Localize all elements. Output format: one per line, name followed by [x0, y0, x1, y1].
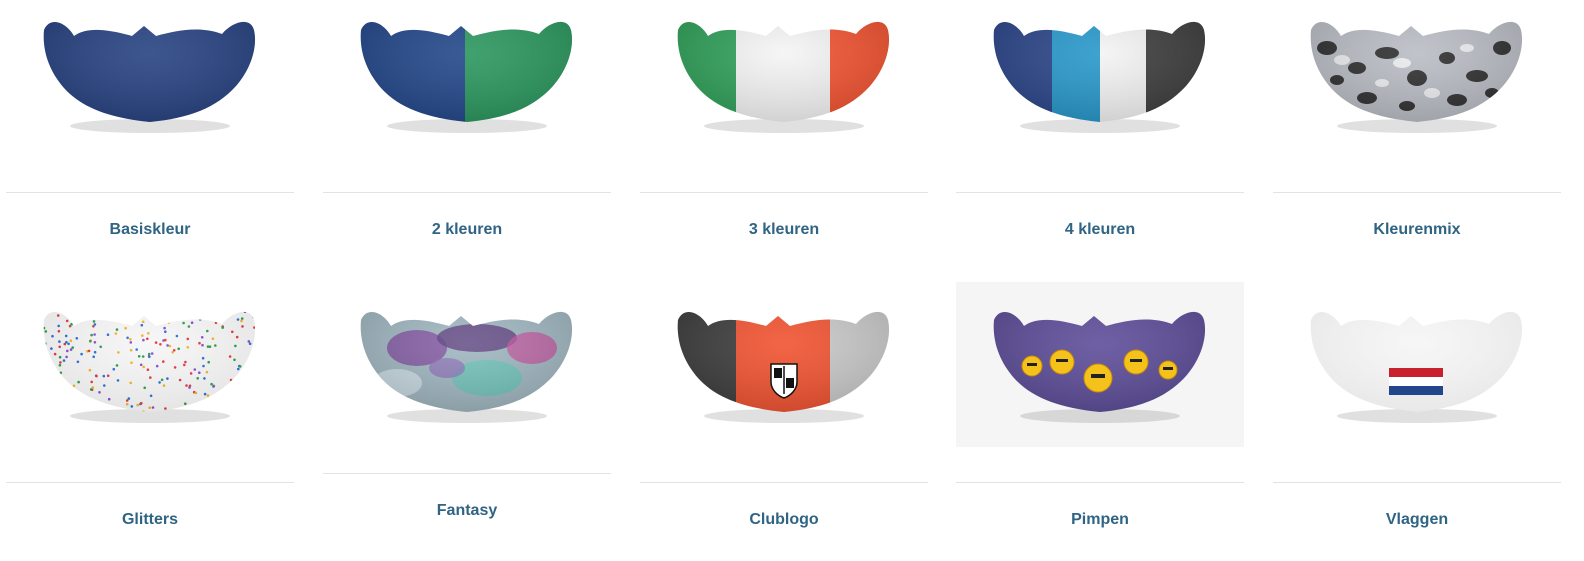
dutch-flag-icon: [1389, 368, 1443, 395]
product-label: Clublogo: [749, 511, 819, 528]
mouthguard-two-color-icon: [360, 21, 573, 133]
club-shield-icon: [770, 363, 798, 399]
product-image: [6, 0, 294, 165]
divider: [6, 192, 294, 193]
product-label: Glitters: [121, 511, 178, 528]
divider: [956, 192, 1244, 193]
divider: [323, 473, 611, 474]
product-label: Vlaggen: [1385, 511, 1449, 528]
product-label: Basiskleur: [109, 221, 191, 238]
divider: [323, 192, 611, 193]
product-image: [640, 290, 928, 455]
divider: [640, 192, 928, 193]
product-image: [956, 0, 1244, 165]
mouthguard-solid-blue-icon: [43, 21, 256, 133]
product-label: Kleurenmix: [1373, 221, 1461, 238]
mouthguard-pimpen-suns-icon: [993, 311, 1206, 423]
product-image: [323, 290, 611, 455]
divider: [956, 482, 1244, 483]
product-label: Fantasy: [436, 502, 498, 519]
divider: [1273, 482, 1561, 483]
divider: [1273, 192, 1561, 193]
product-image: [323, 0, 611, 165]
mouthguard-four-color-icon: [993, 21, 1206, 133]
divider: [640, 482, 928, 483]
product-image: [1273, 290, 1561, 455]
mouthguard-dutch-flag-icon: [1310, 311, 1523, 423]
mouthguard-colormix-icon: [1310, 21, 1523, 133]
mouthguard-glitter-icon: [43, 311, 256, 423]
product-image: [1273, 0, 1561, 165]
mouthguard-clublogo-icon: [677, 311, 890, 423]
divider: [6, 482, 294, 483]
mouthguard-fantasy-icon: [360, 311, 573, 423]
mouthguard-three-color-icon: [677, 21, 890, 133]
product-label: Pimpen: [1071, 511, 1129, 528]
product-label: 2 kleuren: [431, 221, 503, 238]
product-image: [640, 0, 928, 165]
product-image: [956, 282, 1244, 447]
product-label: 4 kleuren: [1064, 221, 1136, 238]
product-label: 3 kleuren: [748, 221, 820, 238]
product-image: [6, 290, 294, 455]
